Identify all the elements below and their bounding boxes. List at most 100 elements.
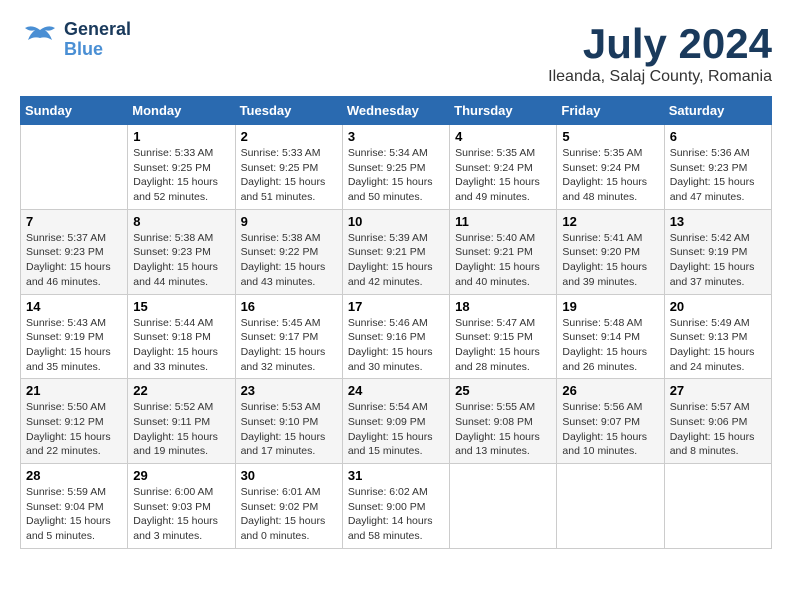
calendar-cell: 7Sunrise: 5:37 AM Sunset: 9:23 PM Daylig…	[21, 209, 128, 294]
calendar-cell: 23 Sunrise: 5:53 AM Sunset: 9:10 PM Dayli…	[235, 379, 342, 464]
title-block: July 2024 Ileanda, Salaj County, Romania	[548, 20, 772, 86]
calendar-cell: 27 Sunrise: 5:57 AM Sunset: 9:06 PM Dayli…	[664, 379, 771, 464]
day-number: 15	[133, 299, 229, 314]
day-info: Sunrise: 5:34 AM Sunset: 9:25 PM Dayligh…	[348, 146, 444, 205]
calendar-cell: 28 Sunrise: 5:59 AM Sunset: 9:04 PM Dayli…	[21, 464, 128, 549]
day-number: 20	[670, 299, 766, 314]
day-number: 22	[133, 383, 229, 398]
day-number: 27	[670, 383, 766, 398]
logo: General Blue	[20, 20, 131, 60]
day-info: Sunrise: 5:57 AM Sunset: 9:06 PM Dayligh…	[670, 400, 766, 459]
day-info: Sunrise: 5:53 AM Sunset: 9:10 PM Dayligh…	[241, 400, 337, 459]
calendar-cell	[557, 464, 664, 549]
day-info: Sunrise: 5:38 AM Sunset: 9:22 PM Dayligh…	[241, 231, 337, 290]
calendar-cell: 12 Sunrise: 5:41 AM Sunset: 9:20 PM Dayli…	[557, 209, 664, 294]
day-number: 8	[133, 214, 229, 229]
day-number: 25	[455, 383, 551, 398]
day-info: Sunrise: 5:38 AM Sunset: 9:23 PM Dayligh…	[133, 231, 229, 290]
calendar-cell: 15 Sunrise: 5:44 AM Sunset: 9:18 PM Dayli…	[128, 294, 235, 379]
day-number: 31	[348, 468, 444, 483]
day-info: Sunrise: 5:46 AM Sunset: 9:16 PM Dayligh…	[348, 316, 444, 375]
calendar-cell: 10Sunrise: 5:39 AM Sunset: 9:21 PM Dayli…	[342, 209, 449, 294]
day-number: 21	[26, 383, 122, 398]
calendar-cell: 2 Sunrise: 5:33 AM Sunset: 9:25 PM Daylig…	[235, 125, 342, 210]
page-header: General Blue July 2024 Ileanda, Salaj Co…	[20, 20, 772, 86]
day-info: Sunrise: 6:00 AM Sunset: 9:03 PM Dayligh…	[133, 485, 229, 544]
calendar-cell: 1 Sunrise: 5:33 AM Sunset: 9:25 PM Daylig…	[128, 125, 235, 210]
day-number: 7	[26, 214, 122, 229]
day-number: 1	[133, 129, 229, 144]
header-saturday: Saturday	[664, 97, 771, 125]
day-info: Sunrise: 5:49 AM Sunset: 9:13 PM Dayligh…	[670, 316, 766, 375]
day-number: 13	[670, 214, 766, 229]
day-number: 10	[348, 214, 444, 229]
header-tuesday: Tuesday	[235, 97, 342, 125]
day-number: 14	[26, 299, 122, 314]
calendar-table: SundayMondayTuesdayWednesdayThursdayFrid…	[20, 96, 772, 549]
day-info: Sunrise: 5:33 AM Sunset: 9:25 PM Dayligh…	[133, 146, 229, 205]
day-number: 6	[670, 129, 766, 144]
day-number: 16	[241, 299, 337, 314]
day-info: Sunrise: 6:01 AM Sunset: 9:02 PM Dayligh…	[241, 485, 337, 544]
week-row-4: 21 Sunrise: 5:50 AM Sunset: 9:12 PM Dayli…	[21, 379, 772, 464]
calendar-cell: 21 Sunrise: 5:50 AM Sunset: 9:12 PM Dayli…	[21, 379, 128, 464]
day-info: Sunrise: 5:45 AM Sunset: 9:17 PM Dayligh…	[241, 316, 337, 375]
location: Ileanda, Salaj County, Romania	[548, 68, 772, 86]
day-info: Sunrise: 5:43 AM Sunset: 9:19 PM Dayligh…	[26, 316, 122, 375]
day-number: 18	[455, 299, 551, 314]
day-number: 5	[562, 129, 658, 144]
day-info: Sunrise: 5:59 AM Sunset: 9:04 PM Dayligh…	[26, 485, 122, 544]
day-info: Sunrise: 5:41 AM Sunset: 9:20 PM Dayligh…	[562, 231, 658, 290]
day-info: Sunrise: 5:50 AM Sunset: 9:12 PM Dayligh…	[26, 400, 122, 459]
calendar-cell: 8 Sunrise: 5:38 AM Sunset: 9:23 PM Daylig…	[128, 209, 235, 294]
calendar-cell: 9Sunrise: 5:38 AM Sunset: 9:22 PM Daylig…	[235, 209, 342, 294]
calendar-cell: 4Sunrise: 5:35 AM Sunset: 9:24 PM Daylig…	[450, 125, 557, 210]
header-wednesday: Wednesday	[342, 97, 449, 125]
day-info: Sunrise: 5:42 AM Sunset: 9:19 PM Dayligh…	[670, 231, 766, 290]
day-number: 24	[348, 383, 444, 398]
header-row: SundayMondayTuesdayWednesdayThursdayFrid…	[21, 97, 772, 125]
day-number: 19	[562, 299, 658, 314]
calendar-cell: 5 Sunrise: 5:35 AM Sunset: 9:24 PM Daylig…	[557, 125, 664, 210]
day-number: 11	[455, 214, 551, 229]
day-info: Sunrise: 5:44 AM Sunset: 9:18 PM Dayligh…	[133, 316, 229, 375]
day-info: Sunrise: 5:54 AM Sunset: 9:09 PM Dayligh…	[348, 400, 444, 459]
calendar-cell: 16 Sunrise: 5:45 AM Sunset: 9:17 PM Dayli…	[235, 294, 342, 379]
day-info: Sunrise: 5:52 AM Sunset: 9:11 PM Dayligh…	[133, 400, 229, 459]
day-info: Sunrise: 5:40 AM Sunset: 9:21 PM Dayligh…	[455, 231, 551, 290]
calendar-cell: 26Sunrise: 5:56 AM Sunset: 9:07 PM Dayli…	[557, 379, 664, 464]
day-number: 17	[348, 299, 444, 314]
day-info: Sunrise: 6:02 AM Sunset: 9:00 PM Dayligh…	[348, 485, 444, 544]
day-number: 12	[562, 214, 658, 229]
header-sunday: Sunday	[21, 97, 128, 125]
calendar-cell: 30Sunrise: 6:01 AM Sunset: 9:02 PM Dayli…	[235, 464, 342, 549]
calendar-cell: 18 Sunrise: 5:47 AM Sunset: 9:15 PM Dayli…	[450, 294, 557, 379]
calendar-cell: 13 Sunrise: 5:42 AM Sunset: 9:19 PM Dayli…	[664, 209, 771, 294]
calendar-cell: 14 Sunrise: 5:43 AM Sunset: 9:19 PM Dayli…	[21, 294, 128, 379]
calendar-cell: 24 Sunrise: 5:54 AM Sunset: 9:09 PM Dayli…	[342, 379, 449, 464]
week-row-3: 14 Sunrise: 5:43 AM Sunset: 9:19 PM Dayli…	[21, 294, 772, 379]
week-row-1: 1 Sunrise: 5:33 AM Sunset: 9:25 PM Daylig…	[21, 125, 772, 210]
calendar-cell: 25Sunrise: 5:55 AM Sunset: 9:08 PM Dayli…	[450, 379, 557, 464]
day-number: 23	[241, 383, 337, 398]
day-info: Sunrise: 5:36 AM Sunset: 9:23 PM Dayligh…	[670, 146, 766, 205]
calendar-cell: 20 Sunrise: 5:49 AM Sunset: 9:13 PM Dayli…	[664, 294, 771, 379]
week-row-2: 7Sunrise: 5:37 AM Sunset: 9:23 PM Daylig…	[21, 209, 772, 294]
calendar-cell: 17 Sunrise: 5:46 AM Sunset: 9:16 PM Dayli…	[342, 294, 449, 379]
calendar-cell: 22 Sunrise: 5:52 AM Sunset: 9:11 PM Dayli…	[128, 379, 235, 464]
day-number: 2	[241, 129, 337, 144]
day-info: Sunrise: 5:48 AM Sunset: 9:14 PM Dayligh…	[562, 316, 658, 375]
calendar-cell: 29Sunrise: 6:00 AM Sunset: 9:03 PM Dayli…	[128, 464, 235, 549]
day-info: Sunrise: 5:35 AM Sunset: 9:24 PM Dayligh…	[562, 146, 658, 205]
calendar-cell: 3Sunrise: 5:34 AM Sunset: 9:25 PM Daylig…	[342, 125, 449, 210]
day-info: Sunrise: 5:33 AM Sunset: 9:25 PM Dayligh…	[241, 146, 337, 205]
day-info: Sunrise: 5:35 AM Sunset: 9:24 PM Dayligh…	[455, 146, 551, 205]
calendar-cell: 6 Sunrise: 5:36 AM Sunset: 9:23 PM Daylig…	[664, 125, 771, 210]
day-number: 26	[562, 383, 658, 398]
day-info: Sunrise: 5:47 AM Sunset: 9:15 PM Dayligh…	[455, 316, 551, 375]
header-thursday: Thursday	[450, 97, 557, 125]
calendar-cell: 11 Sunrise: 5:40 AM Sunset: 9:21 PM Dayli…	[450, 209, 557, 294]
calendar-cell	[450, 464, 557, 549]
logo-icon	[20, 20, 60, 60]
day-number: 28	[26, 468, 122, 483]
